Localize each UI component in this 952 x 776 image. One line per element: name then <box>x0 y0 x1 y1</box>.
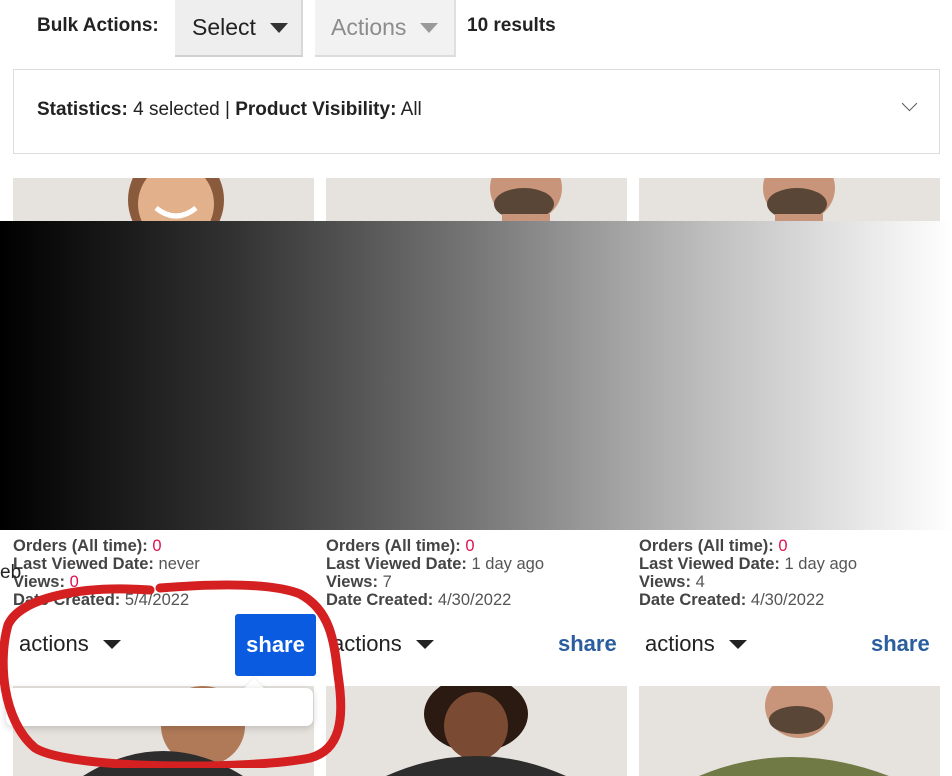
product-stats: Orders (All time): 0 Last Viewed Date: 1… <box>639 537 857 609</box>
share-button-active[interactable]: share <box>235 614 316 676</box>
caret-down-icon <box>420 22 439 33</box>
views-count: 4 <box>695 573 705 591</box>
product-image[interactable] <box>326 686 627 776</box>
statistics-panel[interactable]: Statistics: 4 selected | Product Visibil… <box>13 69 940 154</box>
bulk-actions-label: Bulk Actions: <box>37 15 159 36</box>
bulk-actions-dropdown-label: Actions <box>331 14 407 40</box>
share-link[interactable]: share <box>871 631 930 657</box>
last-viewed-value: never <box>158 555 200 573</box>
product-image[interactable] <box>639 686 940 776</box>
orders-count: 0 <box>465 537 475 555</box>
card-actions-label: actions <box>645 631 715 656</box>
results-count: 10 results <box>467 15 556 36</box>
visibility-value: All <box>400 99 422 120</box>
bulk-select-dropdown[interactable]: Select <box>175 0 303 57</box>
statistics-value: 4 selected <box>133 99 220 120</box>
card-actions-label: actions <box>19 631 89 656</box>
card-actions-dropdown[interactable]: actions <box>332 631 434 657</box>
last-viewed-value: 1 day ago <box>471 555 544 573</box>
statistics-summary: Statistics: 4 selected | Product Visibil… <box>37 99 422 121</box>
orders-count: 0 <box>152 537 162 555</box>
product-photo-woman-dark-tee <box>326 686 627 776</box>
card-actions-label: actions <box>332 631 402 656</box>
caret-down-icon <box>728 639 747 649</box>
views-count: 7 <box>382 573 392 591</box>
bulk-actions-toolbar: Bulk Actions: Select Actions 10 results <box>0 0 952 60</box>
caret-down-icon <box>269 22 288 33</box>
product-stats: Orders (All time): 0 Last Viewed Date: 1… <box>326 537 544 609</box>
gradient-overlay <box>0 221 952 530</box>
statistics-label: Statistics: <box>37 99 128 120</box>
views-count: 0 <box>69 573 79 591</box>
share-link[interactable]: share <box>558 631 617 657</box>
product-photo-man-green-tee <box>639 686 940 776</box>
bulk-select-label: Select <box>192 14 256 40</box>
visibility-label: Product Visibility: <box>235 99 397 120</box>
last-viewed-value: 1 day ago <box>784 555 857 573</box>
date-created-value: 4/30/2022 <box>437 591 512 609</box>
card-actions-dropdown[interactable]: actions <box>645 631 747 657</box>
date-created-value: 4/30/2022 <box>750 591 825 609</box>
product-stats: Orders (All time): 0 Last Viewed Date: n… <box>13 537 200 609</box>
bulk-actions-dropdown[interactable]: Actions <box>315 0 456 57</box>
chevron-down-icon[interactable] <box>901 95 918 112</box>
caret-down-icon <box>415 639 434 649</box>
stray-text: eb <box>0 562 22 583</box>
orders-count: 0 <box>778 537 788 555</box>
date-created-value: 5/4/2022 <box>124 591 190 609</box>
share-popover[interactable] <box>6 688 313 726</box>
card-actions-dropdown[interactable]: actions <box>19 631 121 657</box>
stats-separator: | <box>225 99 230 120</box>
caret-down-icon <box>102 639 121 649</box>
